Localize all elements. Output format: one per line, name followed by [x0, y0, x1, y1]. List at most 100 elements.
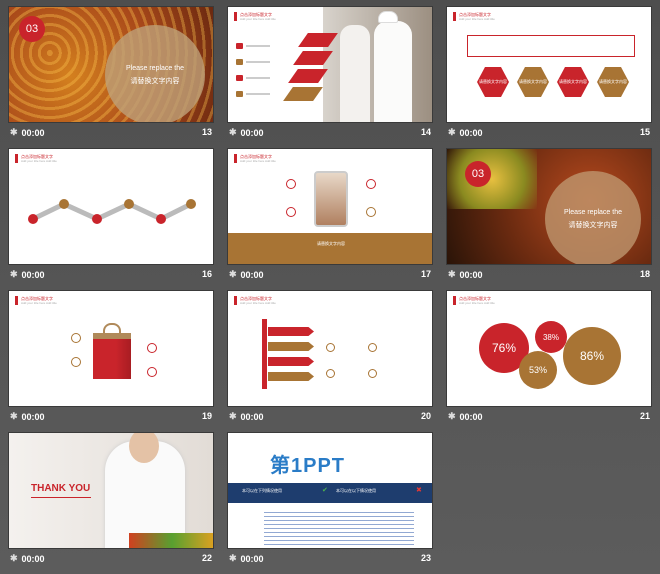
header-subtitle: Add your title here Add title	[459, 301, 495, 305]
thank-you-title: THANK YOU	[31, 483, 91, 494]
icon-b	[368, 343, 377, 352]
arrow-tag-1	[268, 327, 314, 336]
hex-2: 请替换文字内容	[517, 67, 549, 97]
node-6	[186, 199, 196, 209]
caption-line-2: 请替换文字内容	[130, 77, 180, 85]
slide-number: 14	[420, 127, 431, 137]
slide-number: 21	[639, 411, 650, 421]
time-label: 00:00	[459, 269, 483, 280]
icon-right-2	[366, 207, 376, 217]
slide-22[interactable]: THANK YOU ✱ 00:00 22	[8, 432, 214, 574]
slide-19[interactable]: 点击添加标题文字 Add your title here Add title ✱ 0…	[8, 290, 214, 432]
slide-number: 16	[201, 269, 212, 279]
shopping-bag	[93, 333, 131, 379]
section-badge: 03	[19, 16, 45, 42]
brown-stripe	[283, 87, 323, 101]
icon-c	[326, 369, 335, 378]
cart-icon	[236, 75, 243, 81]
slide-header: 点击添加标题文字 Add your title here Add title	[234, 12, 276, 21]
dollar-icon	[236, 59, 243, 65]
slide-21[interactable]: 点击添加标题文字 Add your title here Add title 76…	[446, 290, 652, 432]
cross-icon: ✖	[416, 487, 422, 494]
star-icon: ✱	[229, 127, 237, 137]
chef-right	[374, 21, 412, 122]
check-icon: ✔	[322, 487, 328, 494]
slide-13[interactable]: 03 Please replace the 请替换文字内容 ✱ 00:00 13	[8, 6, 214, 148]
target-icon	[147, 367, 157, 377]
slide-number: 15	[639, 127, 650, 137]
slide-15-thumbnail[interactable]: 点击添加标题文字 Add your title here Add title 请替…	[446, 6, 652, 123]
slide-20-thumbnail[interactable]: 点击添加标题文字 Add your title here Add title	[227, 290, 433, 407]
slide-15[interactable]: 点击添加标题文字 Add your title here Add title 请替…	[446, 6, 652, 148]
slide-number: 17	[420, 269, 431, 279]
caption-circle: Please replace the 请替换文字内容	[105, 25, 205, 122]
slide-14-thumbnail[interactable]: 点击添加标题文字 Add your title here Add title	[227, 6, 433, 123]
slide-header: 点击添加标题文字 Add your title here Add title	[453, 296, 495, 305]
pencil-bar	[262, 319, 267, 389]
link-icon	[147, 343, 157, 353]
node-3	[92, 214, 102, 224]
time-label: 00:00	[21, 553, 45, 564]
hex-row: 请替换文字内容 请替换文字内容 请替换文字内容 请替换文字内容	[477, 67, 629, 97]
hex-1: 请替换文字内容	[477, 67, 509, 97]
time-label: 00:00	[240, 411, 264, 422]
icon-left-2	[286, 207, 296, 217]
slide-17[interactable]: 点击添加标题文字 Add your title here Add title 请替…	[227, 148, 433, 290]
time-label: 00:00	[459, 127, 483, 138]
slide-18-thumbnail[interactable]: 03 Please replace the 请替换文字内容	[446, 148, 652, 265]
slide-21-thumbnail[interactable]: 点击添加标题文字 Add your title here Add title 76…	[446, 290, 652, 407]
slide-17-thumbnail[interactable]: 点击添加标题文字 Add your title here Add title 请替…	[227, 148, 433, 265]
slide-18[interactable]: 03 Please replace the 请替换文字内容 ✱ 00:00 18	[446, 148, 652, 290]
red-stripe-3	[288, 69, 328, 83]
slide-23-thumbnail[interactable]: 第1PPT 本可以在下列情况使用 本可以在以下情况使用 ✔ ✖	[227, 432, 433, 549]
slide-timing: ✱ 00:00	[10, 127, 45, 138]
slide-number: 23	[420, 553, 431, 563]
time-label: 00:00	[240, 269, 264, 280]
icon-d	[368, 369, 377, 378]
node-5	[156, 214, 166, 224]
star-icon: ✱	[10, 553, 18, 563]
header-subtitle: Add your title here Add title	[21, 301, 57, 305]
section-badge: 03	[465, 161, 491, 187]
header-subtitle: Add your title here Add title	[240, 301, 276, 305]
slide-timing: ✱ 00:00	[448, 269, 483, 280]
chef-hat	[378, 11, 398, 23]
slide-16-thumbnail[interactable]: 点击添加标题文字 Add your title here Add title	[8, 148, 214, 265]
slide-timing: ✱ 00:00	[229, 269, 264, 280]
slide-23[interactable]: 第1PPT 本可以在下列情况使用 本可以在以下情况使用 ✔ ✖ ✱ 00:00 23	[227, 432, 433, 574]
node-4	[124, 199, 134, 209]
slide-number: 13	[201, 127, 212, 137]
star-icon: ✱	[448, 127, 456, 137]
caption-line-1: Please replace the	[564, 208, 622, 216]
slide-timing: ✱ 00:00	[229, 127, 264, 138]
footer-band: 请替换文字内容	[228, 233, 432, 264]
percent-bubble-4: 86%	[563, 327, 621, 385]
slide-number: 20	[420, 411, 431, 421]
icon-left-1	[286, 179, 296, 189]
header-subtitle: Add your title here Add title	[459, 17, 495, 21]
slide-20[interactable]: 点击添加标题文字 Add your title here Add title ✱ 0…	[227, 290, 433, 432]
caption-circle: Please replace the 请替换文字内容	[545, 171, 641, 264]
bag-handle	[103, 323, 121, 337]
hex-3: 请替换文字内容	[557, 67, 589, 97]
slide-14[interactable]: 点击添加标题文字 Add your title here Add title ✱ 0…	[227, 6, 433, 148]
time-label: 00:00	[21, 411, 45, 422]
star-icon: ✱	[448, 269, 456, 279]
slide-16[interactable]: 点击添加标题文字 Add your title here Add title ✱ 0…	[8, 148, 214, 290]
chart-icon	[236, 91, 243, 97]
star-icon: ✱	[10, 269, 18, 279]
lock-icon	[71, 357, 81, 367]
zigzag-timeline	[28, 199, 196, 224]
slide-13-thumbnail[interactable]: 03 Please replace the 请替换文字内容	[8, 6, 214, 123]
slide-header: 点击添加标题文字 Add your title here Add title	[234, 154, 276, 163]
time-label: 00:00	[21, 127, 45, 138]
slide-19-thumbnail[interactable]: 点击添加标题文字 Add your title here Add title	[8, 290, 214, 407]
star-icon: ✱	[10, 411, 18, 421]
slide-22-thumbnail[interactable]: THANK YOU	[8, 432, 214, 549]
thank-you-underline	[31, 497, 91, 498]
slide-number: 19	[201, 411, 212, 421]
slide-header: 点击添加标题文字 Add your title here Add title	[15, 296, 57, 305]
time-label: 00:00	[459, 411, 483, 422]
star-icon: ✱	[229, 553, 237, 563]
star-icon: ✱	[229, 269, 237, 279]
